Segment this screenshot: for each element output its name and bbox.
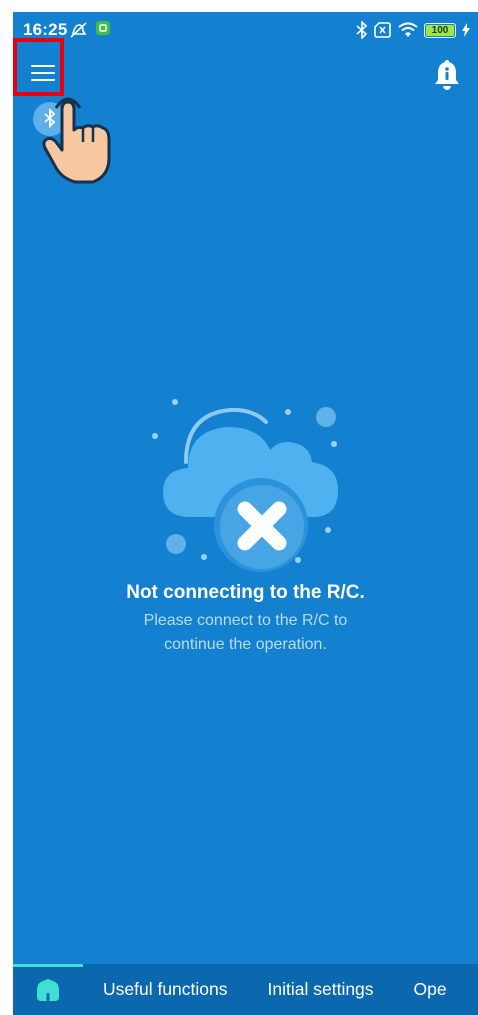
hamburger-menu-icon[interactable] xyxy=(28,58,58,88)
active-tab-indicator xyxy=(13,964,83,967)
tab-initial-settings[interactable]: Initial settings xyxy=(248,979,394,1000)
tab-useful-functions[interactable]: Useful functions xyxy=(83,979,248,1000)
do-not-disturb-icon xyxy=(70,22,87,38)
wifi-icon xyxy=(398,22,418,37)
battery-level: 100 xyxy=(431,24,449,36)
bell-info-icon[interactable] xyxy=(430,58,464,92)
app-screen: 16:25 100 Not connecting to the R/C. Ple… xyxy=(13,12,478,1015)
no-sim-icon xyxy=(374,22,391,38)
charging-icon xyxy=(462,23,470,37)
bluetooth-icon xyxy=(356,21,368,39)
home-icon xyxy=(37,978,59,1001)
tab-home[interactable] xyxy=(13,964,83,1015)
connection-error-message: Please connect to the R/C to continue th… xyxy=(143,612,348,653)
battery-icon: 100 xyxy=(424,22,456,38)
connection-error-title: Not connecting to the R/C. xyxy=(126,582,365,603)
status-time: 16:25 xyxy=(23,20,68,39)
bluetooth-connection-badge[interactable] xyxy=(33,102,67,136)
bottom-nav: Useful functions Initial settings Ope xyxy=(13,964,478,1015)
tab-operation[interactable]: Ope xyxy=(394,979,467,1000)
app-notification-icon xyxy=(96,21,110,35)
disconnected-cloud-icon xyxy=(152,399,338,572)
bluetooth-icon xyxy=(44,107,56,129)
status-bar: 16:25 100 xyxy=(13,12,478,48)
